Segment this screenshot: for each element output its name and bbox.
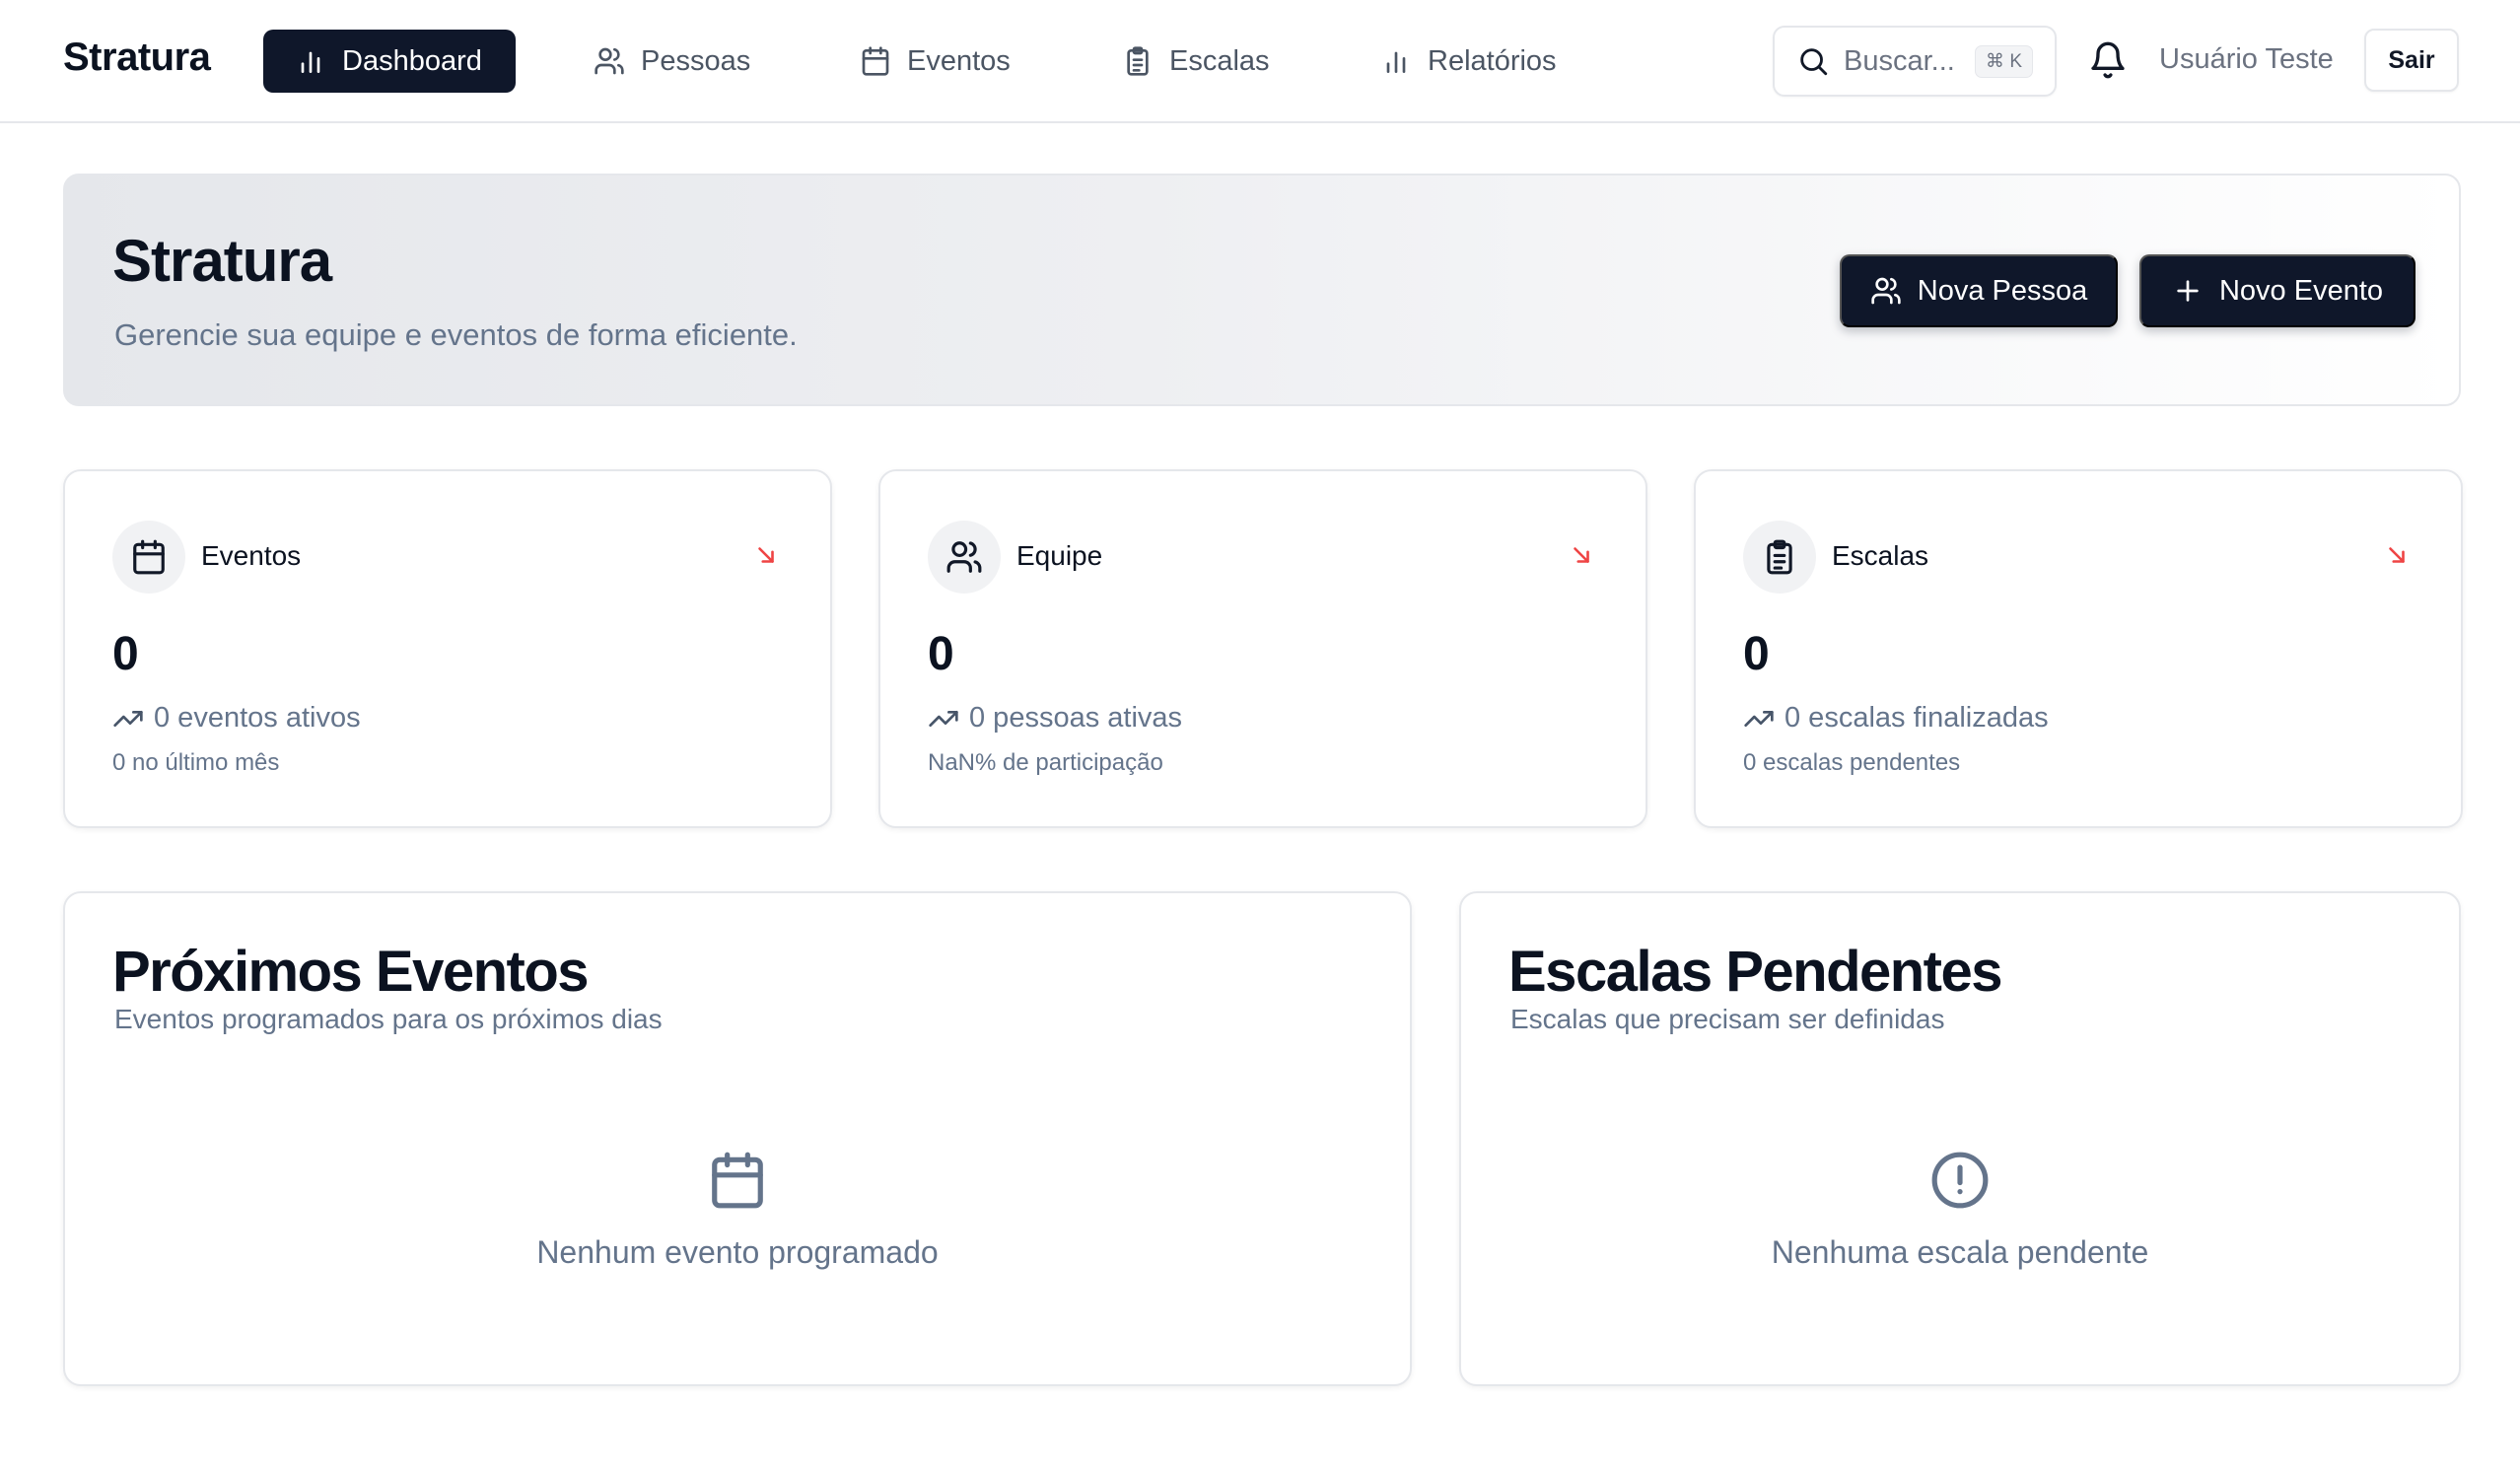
stat-value: 0 — [1743, 628, 1770, 680]
new-person-label: Nova Pessoa — [1917, 274, 2088, 307]
stat-note: 0 no último mês — [112, 749, 280, 776]
stat-value: 0 — [928, 628, 954, 680]
bell-icon[interactable] — [2088, 40, 2128, 80]
welcome-banner: Stratura Gerencie sua equipe e eventos d… — [63, 174, 2461, 406]
new-event-button[interactable]: Novo Evento — [2139, 254, 2415, 327]
stat-card-escalas[interactable]: Escalas 0 0 escalas finalizadas 0 escala… — [1694, 469, 2463, 828]
stat-detail: 0 eventos ativos — [112, 702, 361, 735]
empty-state: Nenhuma escala pendente — [1461, 1150, 2459, 1271]
plus-icon — [2177, 280, 2199, 302]
stat-icon-wrapper — [928, 521, 1001, 594]
users-icon — [595, 47, 624, 75]
calendar-icon — [862, 46, 889, 76]
pending-scales-panel: Escalas Pendentes Escalas que precisam s… — [1459, 891, 2461, 1386]
calendar-icon — [712, 1152, 763, 1209]
stat-label: Equipe — [1016, 540, 1103, 571]
page-title: Stratura — [112, 228, 332, 294]
nav-item-label: Dashboard — [342, 44, 482, 77]
arrow-down-right-icon — [758, 547, 774, 563]
stat-note: 0 escalas pendentes — [1743, 749, 1961, 776]
panel-title: Escalas Pendentes — [1508, 940, 2003, 1004]
nav-item-dashboard[interactable]: Dashboard — [263, 30, 516, 93]
stat-label: Escalas — [1832, 540, 1929, 571]
empty-state-text: Nenhuma escala pendente — [1771, 1234, 2149, 1270]
nav-item-label: Escalas — [1169, 44, 1270, 77]
nav-item-relatorios[interactable]: Relatórios — [1349, 30, 1588, 93]
stat-card-equipe[interactable]: Equipe 0 0 pessoas ativas NaN% de partic… — [878, 469, 1647, 828]
nav-item-label: Pessoas — [641, 44, 751, 77]
nav-item-label: Relatórios — [1428, 44, 1557, 77]
search-icon — [1800, 48, 1828, 76]
search-input[interactable]: Buscar... ⌘ K — [1773, 26, 2057, 97]
stat-detail-text: 0 pessoas ativas — [969, 702, 1183, 734]
bar-chart-icon — [1386, 51, 1406, 73]
keyboard-shortcut-badge: ⌘ K — [1975, 44, 2033, 78]
calendar-icon — [133, 539, 165, 575]
clipboard-icon — [1127, 46, 1149, 76]
users-icon — [1871, 277, 1901, 305]
nav-item-eventos[interactable]: Eventos — [828, 30, 1042, 93]
stat-value: 0 — [112, 628, 139, 680]
search-placeholder: Buscar... — [1844, 44, 1955, 77]
nav-item-pessoas[interactable]: Pessoas — [562, 30, 782, 93]
user-name: Usuário Teste — [2159, 43, 2334, 75]
top-navigation-bar: Stratura Dashboard Pessoas Eventos Escal… — [0, 0, 2520, 123]
users-icon — [946, 541, 982, 573]
clipboard-icon — [1767, 539, 1792, 575]
stat-card-eventos[interactable]: Eventos 0 0 eventos ativos 0 no último m… — [63, 469, 832, 828]
new-person-button[interactable]: Nova Pessoa — [1840, 254, 2118, 327]
empty-state-text: Nenhum evento programado — [536, 1234, 939, 1270]
arrow-down-right-icon — [2389, 547, 2405, 563]
alert-circle-icon — [1931, 1152, 1989, 1209]
arrow-down-right-icon — [1574, 547, 1589, 563]
upcoming-events-panel: Próximos Eventos Eventos programados par… — [63, 891, 1412, 1386]
trending-up-icon — [1744, 710, 1774, 727]
stat-icon-wrapper — [112, 521, 185, 594]
logout-button[interactable]: Sair — [2364, 29, 2459, 92]
empty-state: Nenhum evento programado — [65, 1150, 1410, 1271]
stat-note: NaN% de participação — [928, 749, 1163, 776]
brand-logo-text[interactable]: Stratura — [63, 35, 211, 80]
stat-icon-wrapper — [1743, 521, 1816, 594]
bar-chart-icon — [301, 51, 320, 73]
panel-title: Próximos Eventos — [112, 940, 590, 1004]
nav-item-escalas[interactable]: Escalas — [1090, 30, 1301, 93]
panel-subtitle: Eventos programados para os próximos dia… — [114, 1004, 663, 1034]
panel-subtitle: Escalas que precisam ser definidas — [1510, 1004, 1945, 1034]
page-subtitle: Gerencie sua equipe e eventos de forma e… — [114, 317, 798, 352]
trending-up-icon — [113, 710, 143, 727]
stat-label: Eventos — [201, 540, 302, 571]
stat-detail: 0 escalas finalizadas — [1743, 702, 2049, 735]
stat-detail-text: 0 eventos ativos — [154, 702, 361, 734]
stat-detail: 0 pessoas ativas — [928, 702, 1182, 735]
nav-item-label: Eventos — [907, 44, 1011, 77]
new-event-label: Novo Evento — [2218, 274, 2384, 307]
trending-up-icon — [929, 710, 958, 727]
stat-detail-text: 0 escalas finalizadas — [1785, 702, 2049, 734]
